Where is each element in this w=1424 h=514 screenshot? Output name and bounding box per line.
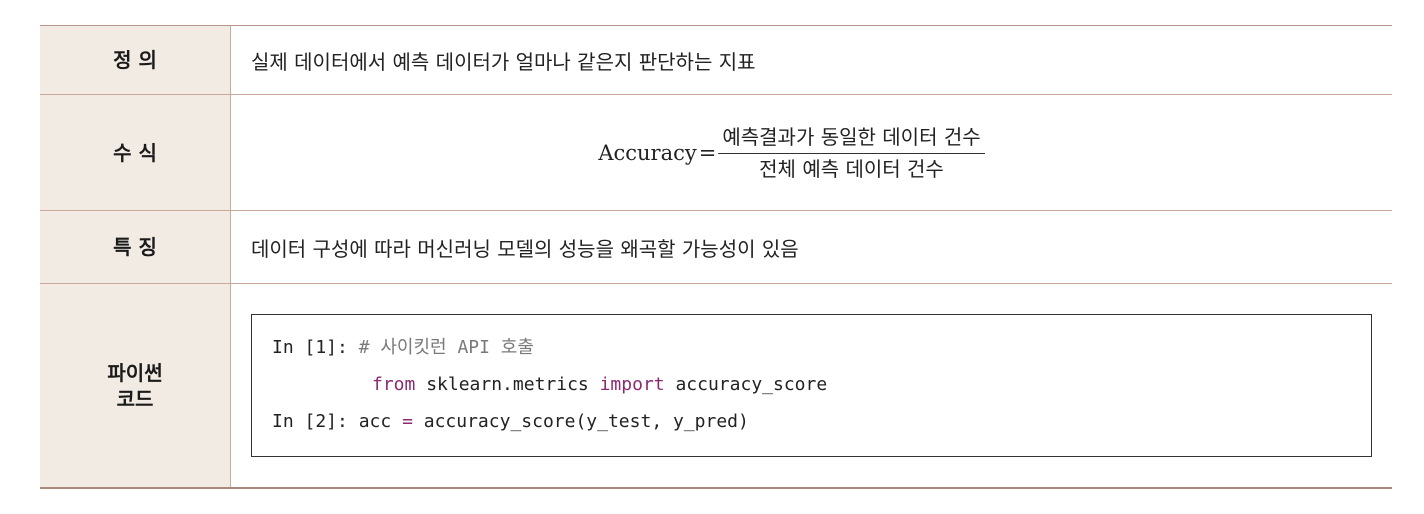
row-label-formula-text: 수 식 [113,140,157,165]
code-line-3: In [2]: acc = accuracy_score(y_test, y_p… [272,403,1351,440]
formula-fraction: 예측결과가 동일한 데이터 건수 전체 예측 데이터 건수 [718,124,985,182]
code-line-1: In [1]: # 사이킷런 API 호출 [272,329,1351,366]
code-imported-name: accuracy_score [664,374,828,395]
table-row-code: 파이썬 코드 In [1]: # 사이킷런 API 호출 from sklear… [40,283,1393,489]
formula-denominator: 전체 예측 데이터 건수 [759,156,944,181]
table-row-definition: 정 의 실제 데이터에서 예측 데이터가 얼마나 같은지 판단하는 지표 [40,25,1392,95]
row-label-definition: 정 의 [40,25,231,95]
code-module-name: sklearn.metrics [415,374,600,395]
row-label-feature-text: 특 징 [113,235,157,259]
formula-equals-sign: = [698,140,717,165]
formula-numerator: 예측결과가 동일한 데이터 건수 [718,124,985,154]
code-prompt-2: In [2]: [272,411,359,432]
accuracy-definition-table: 정 의 실제 데이터에서 예측 데이터가 얼마나 같은지 판단하는 지표 수 식… [40,25,1392,489]
python-code-block: In [1]: # 사이킷런 API 호출 from sklearn.metri… [251,314,1372,457]
table-row-feature: 특 징 데이터 구성에 따라 머신러닝 모델의 성능을 왜곡할 가능성이 있음 [40,210,1392,284]
row-label-code: 파이썬 코드 [40,283,231,488]
row-label-definition-text: 정 의 [113,48,157,72]
code-keyword-from: from [372,374,416,395]
code-assign-operator: = [402,411,413,432]
definition-content: 실제 데이터에서 예측 데이터가 얼마나 같은지 판단하는 지표 [251,49,756,74]
code-function-call: accuracy_score(y_test, y_pred) [412,411,749,432]
row-label-formula: 수 식 [40,94,231,211]
code-keyword-import: import [599,374,665,395]
row-label-code-line1: 파이썬 [107,360,163,385]
formula-content: Accuracy = 예측결과가 동일한 데이터 건수 전체 예측 데이터 건수 [231,95,1393,211]
table-row-formula: 수 식 Accuracy = 예측결과가 동일한 데이터 건수 전체 예측 데이… [40,94,1393,211]
code-line-2: from sklearn.metrics import accuracy_sco… [272,366,1351,403]
row-label-feature: 특 징 [40,210,231,284]
code-content: In [1]: # 사이킷런 API 호출 from sklearn.metri… [231,284,1393,489]
row-label-code-line2: 코드 [116,386,154,411]
code-comment: # 사이킷런 API 호출 [358,337,534,358]
code-prompt-1: In [1]: [272,337,359,358]
code-variable: acc [358,411,403,432]
accuracy-formula: Accuracy = 예측결과가 동일한 데이터 건수 전체 예측 데이터 건수 [251,124,1392,182]
feature-content: 데이터 구성에 따라 머신러닝 모델의 성능을 왜곡할 가능성이 있음 [251,236,799,261]
formula-name: Accuracy [598,140,697,165]
